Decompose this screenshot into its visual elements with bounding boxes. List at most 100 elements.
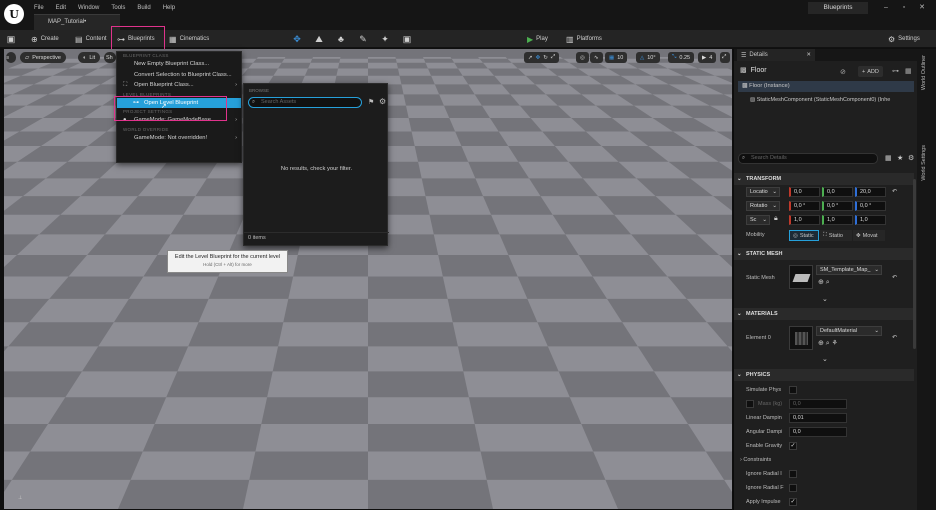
modeling-mode-icon[interactable]: ▣ bbox=[400, 32, 414, 46]
browse-asset-icon[interactable]: ⊕ ⌕ bbox=[818, 278, 830, 287]
maximize-viewport-icon[interactable]: ⤢ bbox=[720, 52, 730, 63]
lit-button[interactable]: ◐ Lit bbox=[78, 52, 101, 63]
lock-scale-icon[interactable]: 🔒︎ bbox=[774, 215, 778, 223]
grid-icon[interactable]: ▦ bbox=[905, 67, 912, 75]
surface-snap-icon[interactable]: ∿ bbox=[590, 52, 603, 63]
unreal-logo-icon[interactable]: U bbox=[4, 4, 24, 24]
lock-icon[interactable]: ⊘ bbox=[840, 68, 846, 76]
static-mesh-section[interactable]: ⌄ STATIC MESH bbox=[734, 248, 914, 260]
ignore-radial-force-checkbox[interactable] bbox=[789, 484, 797, 492]
create-button[interactable]: ⊕ Create bbox=[28, 32, 62, 46]
document-tab[interactable]: MAP_Tutorial• bbox=[34, 14, 120, 30]
platforms-button[interactable]: ▥ Platforms bbox=[563, 32, 605, 46]
fracture-mode-icon[interactable]: ✦ bbox=[378, 32, 392, 46]
close-tab-icon[interactable]: ✕ bbox=[806, 52, 811, 58]
perspective-button[interactable]: ▱ Perspective bbox=[20, 52, 66, 63]
close-window-icon[interactable]: ✕ bbox=[916, 3, 928, 13]
cinematics-button[interactable]: ▦ Cinematics bbox=[166, 32, 212, 46]
angular-damping-input[interactable]: 0,0 bbox=[789, 427, 847, 437]
gear-icon[interactable]: ⚙ bbox=[908, 154, 914, 162]
simulate-physics-checkbox[interactable] bbox=[789, 386, 797, 394]
search-details-input[interactable]: ⌕ Search Details bbox=[738, 153, 878, 164]
location-z[interactable]: 20,0 bbox=[855, 187, 886, 197]
scale-x[interactable]: 1,0 bbox=[789, 215, 820, 225]
location-x[interactable]: 0,0 bbox=[789, 187, 820, 197]
physics-section[interactable]: ⌄ PHYSICS bbox=[734, 369, 914, 381]
content-button[interactable]: ▤ Content bbox=[72, 32, 110, 46]
expand-chevron-icon[interactable]: ⌄ bbox=[822, 355, 828, 363]
transform-section[interactable]: ⌄ TRANSFORM bbox=[734, 173, 914, 185]
foliage-mode-icon[interactable]: ♣ bbox=[334, 32, 348, 46]
move-tool-icon[interactable]: ✥ bbox=[536, 55, 541, 61]
menu-item-open-blueprint-class[interactable]: ⛶ Open Blueprint Class... › bbox=[117, 80, 241, 91]
save-icon[interactable]: ▣ bbox=[4, 32, 18, 46]
mass-input[interactable]: 0,0 bbox=[789, 399, 847, 409]
component-tree-root[interactable]: ▩ Floor (Instance) bbox=[738, 81, 914, 92]
menu-file[interactable]: File bbox=[34, 5, 44, 11]
rotation-z[interactable]: 0,0 ° bbox=[855, 201, 886, 211]
star-icon[interactable]: ★ bbox=[897, 154, 903, 162]
static-mesh-dropdown[interactable]: SM_Template_Map_ ⌄ bbox=[816, 265, 882, 275]
browse-material-icon[interactable]: ⊕ ⌕ ⚘ bbox=[818, 339, 838, 348]
grid-snap-button[interactable]: ▦ 10 bbox=[605, 52, 628, 63]
mass-override-checkbox[interactable] bbox=[746, 400, 754, 408]
reset-location-icon[interactable]: ↶ bbox=[892, 188, 897, 195]
scale-tool-icon[interactable]: ⤢ bbox=[551, 54, 555, 61]
settings-button[interactable]: ⚙ Settings bbox=[885, 32, 923, 46]
world-settings-tab[interactable]: World Settings bbox=[921, 145, 927, 181]
mobility-movable-button[interactable]: ✥ Movat bbox=[853, 230, 885, 241]
ignore-radial-impulse-checkbox[interactable] bbox=[789, 470, 797, 478]
scale-dropdown[interactable]: Sc ⌄ bbox=[746, 215, 770, 225]
menu-item-new-empty-blueprint[interactable]: New Empty Blueprint Class... bbox=[117, 59, 241, 70]
select-tool-icon[interactable]: ➚ bbox=[528, 55, 533, 61]
landscape-mode-icon[interactable]: ⛰ bbox=[312, 32, 326, 46]
user-filter-icon[interactable]: ⚑ bbox=[368, 98, 374, 106]
menu-build[interactable]: Build bbox=[137, 5, 150, 11]
scale-snap-button[interactable]: ⤡ 0.25 bbox=[668, 52, 695, 63]
menu-item-convert-selection[interactable]: Convert Selection to Blueprint Class... bbox=[117, 70, 241, 81]
scale-z[interactable]: 1,0 bbox=[855, 215, 886, 225]
menu-edit[interactable]: Edit bbox=[56, 5, 66, 11]
reset-mesh-icon[interactable]: ↶ bbox=[892, 274, 897, 281]
maximize-icon[interactable]: ▫ bbox=[898, 3, 910, 13]
menu-window[interactable]: Window bbox=[78, 5, 99, 11]
location-y[interactable]: 0,0 bbox=[822, 187, 853, 197]
world-outliner-tab[interactable]: World Outliner bbox=[921, 55, 927, 90]
enable-gravity-checkbox[interactable]: ✓ bbox=[789, 442, 797, 450]
rotation-dropdown[interactable]: Rotatio ⌄ bbox=[746, 201, 780, 211]
rotation-y[interactable]: 0,0 ° bbox=[822, 201, 853, 211]
apply-impulse-checkbox[interactable]: ✓ bbox=[789, 498, 797, 506]
constraints-row[interactable]: › Constraints bbox=[740, 457, 771, 463]
menu-help[interactable]: Help bbox=[163, 5, 175, 11]
location-dropdown[interactable]: Locatio ⌄ bbox=[746, 187, 780, 197]
viewport-menu-icon[interactable]: ≡ bbox=[6, 52, 16, 63]
play-button[interactable]: ▶ Play bbox=[524, 32, 551, 46]
world-local-icon[interactable]: ◎ bbox=[576, 52, 589, 63]
add-component-button[interactable]: + ADD bbox=[858, 66, 883, 77]
table-view-icon[interactable]: ▦ bbox=[885, 154, 892, 162]
select-mode-icon[interactable]: ✥ bbox=[290, 32, 304, 46]
linear-damping-input[interactable]: 0,01 bbox=[789, 413, 847, 423]
menu-item-gamemode-override[interactable]: GameMode: Not overridden! › bbox=[117, 133, 241, 144]
reset-material-icon[interactable]: ↶ bbox=[892, 334, 897, 341]
search-assets-input[interactable]: ⌕ Search Assets bbox=[248, 97, 362, 108]
material-dropdown[interactable]: DefaultMaterial ⌄ bbox=[816, 326, 882, 336]
show-button[interactable]: Sh bbox=[104, 52, 116, 63]
transform-tools[interactable]: ➚ ✥ ↻ ⤢ bbox=[524, 52, 560, 63]
expand-chevron-icon[interactable]: ⌄ bbox=[822, 295, 828, 303]
minimize-icon[interactable]: – bbox=[880, 3, 892, 13]
camera-speed-button[interactable]: ▶ 4 bbox=[698, 52, 717, 63]
details-tab[interactable]: ☰ Details ✕ bbox=[737, 49, 815, 61]
menu-tools[interactable]: Tools bbox=[111, 5, 125, 11]
mobility-static-button[interactable]: ◎ Static bbox=[789, 230, 819, 241]
materials-section[interactable]: ⌄ MATERIALS bbox=[734, 308, 914, 320]
mesh-paint-icon[interactable]: ✎ bbox=[356, 32, 370, 46]
material-thumbnail[interactable] bbox=[789, 326, 813, 350]
mesh-thumbnail[interactable] bbox=[789, 265, 813, 289]
details-scrollbar[interactable] bbox=[913, 179, 916, 349]
rotation-x[interactable]: 0,0 ° bbox=[789, 201, 820, 211]
rotation-snap-button[interactable]: ◬ 10° bbox=[636, 52, 660, 63]
scale-y[interactable]: 1,0 bbox=[822, 215, 853, 225]
blueprint-icon[interactable]: ⊶ bbox=[892, 67, 899, 75]
component-tree-item[interactable]: ▨ StaticMeshComponent (StaticMeshCompone… bbox=[750, 97, 917, 103]
